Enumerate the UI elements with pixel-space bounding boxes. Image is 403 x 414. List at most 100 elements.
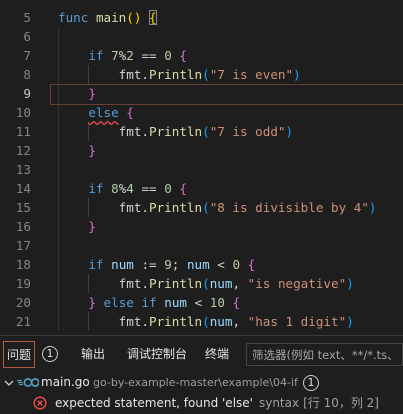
line-number: 15 xyxy=(15,200,31,215)
code-token: fmt xyxy=(118,200,142,215)
tab-output[interactable]: 输出 xyxy=(81,341,105,368)
code-text: fmt.Println("7 is odd") xyxy=(58,122,293,141)
code-token: Println xyxy=(149,314,203,329)
code-line[interactable]: 16 } xyxy=(0,217,403,236)
line-number: 11 xyxy=(15,124,31,139)
code-token: { xyxy=(179,181,188,196)
line-number: 10 xyxy=(15,105,31,120)
code-line[interactable]: 18 if num := 9; num < 0 { xyxy=(0,255,403,274)
code-line[interactable]: 19 fmt.Println(num, "is negative") xyxy=(0,274,403,293)
code-token: { xyxy=(179,48,188,63)
code-token: { xyxy=(247,257,256,272)
code-token: ( xyxy=(202,276,210,291)
matched-bracket-token: { xyxy=(149,10,157,25)
problems-count-badge: 1 xyxy=(42,346,58,362)
code-text: fmt.Println(num, "is negative") xyxy=(58,274,354,293)
line-number: 14 xyxy=(15,181,31,196)
code-token: num xyxy=(186,257,210,272)
file-name: main.go xyxy=(41,375,90,389)
file-path: go-by-example-master\example\04-if xyxy=(93,376,298,389)
problems-filter-input[interactable] xyxy=(246,343,403,366)
code-token: . xyxy=(141,200,150,215)
code-text: } else if num < 10 { xyxy=(58,293,240,312)
bottom-panel: 问题 1 输出 调试控制台 终端 main.go go-by-example-m… xyxy=(0,335,403,414)
code-token: . xyxy=(141,67,150,82)
code-text: fmt.Println(num, "has 1 digit") xyxy=(58,312,354,331)
code-token: ) xyxy=(346,314,354,329)
code-line[interactable]: 21 fmt.Println(num, "has 1 digit") xyxy=(0,312,403,331)
code-token: } xyxy=(88,143,96,158)
code-token: "8 is divisible by 4" xyxy=(209,200,369,215)
line-number: 18 xyxy=(15,257,31,272)
line-number: 17 xyxy=(15,238,31,253)
code-token: 10 xyxy=(209,295,225,310)
code-line[interactable]: 6 xyxy=(0,27,403,46)
code-line[interactable]: 20 } else if num < 10 { xyxy=(0,293,403,312)
go-file-icon xyxy=(17,378,39,387)
tab-problems[interactable]: 问题 xyxy=(3,341,35,368)
line-number: 20 xyxy=(15,295,31,310)
code-line[interactable]: 14 if 8%4 == 0 { xyxy=(0,179,403,198)
code-line[interactable]: 10 else { xyxy=(0,103,403,122)
code-token: ( xyxy=(202,314,210,329)
code-token: num xyxy=(111,257,134,272)
code-text: } xyxy=(58,217,96,236)
code-token: == xyxy=(133,48,165,63)
code-token: "is negative" xyxy=(247,276,347,291)
line-number: 8 xyxy=(23,67,31,82)
code-token: ) xyxy=(368,200,377,215)
code-text: fmt.Println("7 is even") xyxy=(58,65,301,84)
code-line[interactable]: 15 fmt.Println("8 is divisible by 4") xyxy=(0,198,403,217)
tab-debug-console[interactable]: 调试控制台 xyxy=(127,341,187,368)
problem-item[interactable]: expected statement, found 'else' syntax [行… xyxy=(0,393,403,413)
code-text: if num := 9; num < 0 { xyxy=(58,255,255,274)
code-line[interactable]: 17 xyxy=(0,236,403,255)
tab-label: 输出 xyxy=(81,347,106,361)
code-token: fmt xyxy=(118,276,142,291)
code-line-current[interactable]: 9 } xyxy=(0,84,403,105)
code-line[interactable]: 5 func main() { xyxy=(0,8,403,27)
code-line[interactable]: 13 xyxy=(0,160,403,179)
line-number: 13 xyxy=(15,162,31,177)
code-token: func xyxy=(58,10,89,25)
code-token: } xyxy=(88,86,96,101)
code-token: fmt xyxy=(118,314,142,329)
chevron-down-icon[interactable] xyxy=(3,377,15,389)
code-token: } xyxy=(88,219,96,234)
code-line[interactable]: 8 fmt.Println("7 is even") xyxy=(0,65,403,84)
code-text: else { xyxy=(58,103,134,122)
problems-file-row[interactable]: main.go go-by-example-master\example\04-… xyxy=(0,373,403,392)
code-token: 8 xyxy=(111,181,119,196)
problem-source: syntax xyxy=(258,396,300,410)
code-text: } xyxy=(58,84,96,103)
tab-terminal[interactable]: 终端 xyxy=(205,341,229,368)
code-line[interactable]: 7 if 7%2 == 0 { xyxy=(0,46,403,65)
code-token: "7 is even" xyxy=(209,67,294,82)
code-token: ) xyxy=(285,124,294,139)
line-number: 5 xyxy=(23,10,31,25)
code-token: "7 is odd" xyxy=(209,124,286,139)
code-lines[interactable]: 5 func main() {6 7 if 7%2 == 0 {8 fmt.Prin… xyxy=(0,8,403,331)
code-editor[interactable]: 5 func main() {6 7 if 7%2 == 0 {8 fmt.Prin… xyxy=(0,0,403,335)
code-line[interactable]: 12 } xyxy=(0,141,403,160)
code-text: if 8%4 == 0 { xyxy=(58,179,187,198)
code-token: fmt xyxy=(118,124,142,139)
code-line[interactable]: 11 fmt.Println("7 is odd") xyxy=(0,122,403,141)
code-token: . xyxy=(141,124,150,139)
code-token: if xyxy=(88,257,104,272)
code-token: , xyxy=(232,276,248,291)
